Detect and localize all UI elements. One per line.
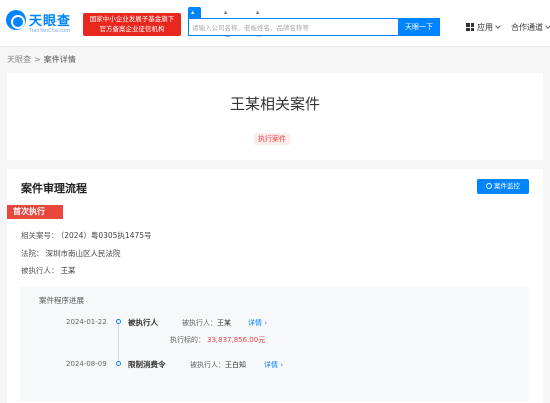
breadcrumb-current: 案件详情 — [43, 55, 76, 64]
search-button[interactable]: 天眼一下 — [398, 18, 440, 36]
nav-partner[interactable]: 合作通道 — [511, 22, 550, 33]
case-number-row: 相关案号： （2024）粤0305执1475号 — [21, 230, 152, 241]
search-box — [188, 18, 399, 36]
home-icon: ▴ — [191, 8, 195, 16]
chevron-down-icon — [495, 23, 501, 29]
search-tab-relation[interactable]: ▴关系 — [256, 7, 263, 38]
page-title: 王某相关案件 — [229, 95, 320, 113]
timeline-detail-link[interactable]: 详情 › — [248, 318, 267, 328]
timeline-dot-icon — [116, 319, 121, 324]
person-icon: ▴ — [224, 8, 228, 16]
search-tab-company[interactable]: ▴公司 — [188, 7, 201, 38]
case-monitor-label: 案件监控 — [494, 182, 520, 190]
chevron-down-icon — [545, 23, 550, 29]
party-name[interactable]: 王白知 — [225, 361, 246, 369]
section-title: 案件审理流程 — [21, 182, 87, 195]
amount-label: 执行标的： — [170, 336, 205, 344]
field-label: 法院： — [21, 249, 44, 258]
chevron-right-icon: › — [262, 319, 268, 327]
defendant-row: 被执行人： 王某 — [21, 265, 76, 276]
court-value: 深圳市南山区人民法院 — [45, 249, 121, 258]
amount-value: 33,837,856.00元 — [207, 336, 266, 344]
logo-name: 天眼查 — [29, 14, 72, 29]
party-label: 被执行人： — [190, 361, 225, 369]
promo-line-2: 官方备案企业征信机构 — [99, 25, 165, 33]
chevron-right-icon: › — [278, 361, 284, 369]
timeline-event-type: 限制消费令 — [128, 360, 166, 369]
search-tab-boss[interactable]: ▴老板 — [224, 7, 231, 38]
execution-amount: 执行标的： 33,837,856.00元 — [170, 335, 265, 345]
field-label: 被执行人： — [21, 266, 59, 275]
progress-panel: 案件程序进展 2024-01-22 被执行人 被执行人：王某 详情 › 执行标的… — [20, 287, 529, 401]
timeline-detail-link[interactable]: 详情 › — [264, 360, 283, 370]
case-type-badge: 执行案件 — [254, 133, 290, 145]
court-row: 法院： 深圳市南山区人民法院 — [21, 248, 121, 259]
timeline-party: 被执行人：王白知 — [190, 360, 246, 370]
nav-apps[interactable]: 应用 — [466, 22, 501, 33]
timeline-event-type: 被执行人 — [128, 318, 158, 327]
case-monitor-button[interactable]: 案件监控 — [477, 179, 529, 194]
promo-line-1: 国家中小企业发展子基金旗下 — [89, 15, 175, 23]
detail-link-label: 详情 — [264, 361, 278, 369]
field-label: 相关案号： — [21, 231, 59, 240]
search-input[interactable] — [192, 21, 392, 34]
logo-subtitle: TianYanCha.com — [29, 28, 71, 34]
monitor-icon — [486, 183, 492, 189]
party-name[interactable]: 王某 — [217, 319, 231, 327]
eye-logo-icon — [6, 10, 26, 30]
stage-tag: 首次执行 — [7, 205, 63, 219]
detail-link-label: 详情 — [248, 319, 262, 327]
nav-apps-label: 应用 — [477, 23, 493, 32]
nav-partner-label: 合作通道 — [511, 23, 543, 32]
timeline-line — [118, 323, 119, 363]
site-logo[interactable]: 天眼查 TianYanCha.com — [6, 10, 78, 36]
defendant-value[interactable]: 王某 — [61, 266, 76, 275]
timeline-date: 2024-01-22 — [66, 318, 107, 326]
timeline-date: 2024-08-09 — [66, 360, 107, 368]
case-number-value: （2024）粤0305执1475号 — [60, 231, 152, 240]
top-header: 天眼查 TianYanCha.com 国家中小企业发展子基金旗下 官方备案企业征… — [0, 0, 550, 47]
case-title-card: 王某相关案件 执行案件 — [7, 73, 543, 160]
timeline-party: 被执行人：王某 — [182, 318, 231, 328]
progress-title: 案件程序进展 — [39, 296, 84, 305]
relation-icon: ▴ — [256, 8, 260, 16]
breadcrumb-home[interactable]: 天眼查 — [7, 55, 31, 64]
breadcrumb-separator: > — [34, 55, 41, 64]
breadcrumb: 天眼查 > 案件详情 — [7, 54, 76, 65]
case-process-card: 案件审理流程 案件监控 首次执行 相关案号： （2024）粤0305执1475号 … — [7, 169, 543, 403]
grid-icon — [466, 23, 474, 31]
timeline-dot-icon — [116, 361, 121, 366]
party-label: 被执行人： — [182, 319, 217, 327]
promo-banner[interactable]: 国家中小企业发展子基金旗下 官方备案企业征信机构 — [83, 13, 181, 36]
